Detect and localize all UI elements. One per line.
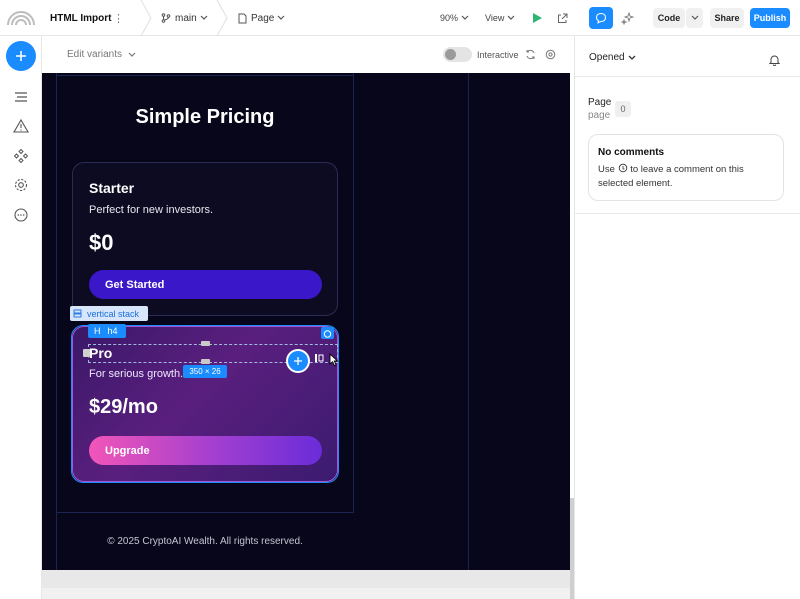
top-bar: HTML Import ⋮ main Page 90% View Code Sh… <box>0 0 800 36</box>
target-icon[interactable] <box>545 49 556 60</box>
code-button[interactable]: Code <box>653 8 685 28</box>
branch-icon <box>161 13 171 23</box>
project-menu-icon[interactable]: ⋮ <box>113 0 124 36</box>
comments-panel: Opened Page page 0 No comments Use to le… <box>574 36 800 599</box>
chevron-down-icon <box>507 15 515 20</box>
resize-handle[interactable] <box>201 359 210 364</box>
layout-guide <box>56 73 57 570</box>
layout-guide <box>56 512 354 513</box>
project-name[interactable]: HTML Import <box>50 0 111 36</box>
open-external-icon[interactable] <box>557 0 568 36</box>
insert-button[interactable] <box>6 41 36 71</box>
comment-filter-label: Opened <box>589 52 625 63</box>
comment-filter-dropdown[interactable]: Opened <box>589 52 636 63</box>
refresh-icon[interactable] <box>525 49 536 60</box>
starter-plan-desc: Perfect for new investors. <box>89 204 214 216</box>
layout-guide <box>56 75 354 76</box>
chevron-down-icon <box>461 15 469 20</box>
selection-stack-label[interactable]: vertical stack <box>70 306 148 321</box>
chevron-down-icon <box>200 15 208 20</box>
resize-handle[interactable] <box>83 349 90 357</box>
preview-play-icon[interactable] <box>531 0 543 36</box>
comments-mode-button[interactable] <box>589 7 613 29</box>
stack-icon <box>73 309 82 318</box>
panel-divider <box>575 76 800 77</box>
page-icon <box>238 13 247 23</box>
separator-chevron <box>140 0 152 36</box>
left-toolbar <box>0 36 42 599</box>
drag-handle-icon[interactable] <box>315 349 325 362</box>
resize-handle[interactable] <box>201 341 210 346</box>
canvas-bottom-area <box>42 570 570 599</box>
get-started-button[interactable]: Get Started <box>89 270 322 299</box>
panel-divider <box>575 213 800 214</box>
starter-plan-name: Starter <box>89 180 135 196</box>
code-options-button[interactable] <box>686 8 703 28</box>
app-logo-icon[interactable] <box>6 0 38 36</box>
add-element-button[interactable] <box>286 349 310 373</box>
chevron-down-icon <box>628 55 636 60</box>
starter-card[interactable]: Starter Perfect for new investors. $0 Ge… <box>72 162 338 316</box>
edit-variants-label: Edit variants <box>67 49 123 60</box>
warning-icon[interactable] <box>13 118 29 134</box>
comment-count-badge: 0 <box>615 101 631 117</box>
more-options-icon[interactable] <box>13 207 29 223</box>
layers-list-icon[interactable] <box>13 89 29 105</box>
pricing-title[interactable]: Simple Pricing <box>42 106 368 129</box>
plus-icon <box>16 51 26 61</box>
starter-price: $0 <box>89 230 114 255</box>
toggle-knob <box>445 49 456 60</box>
mouse-cursor-icon <box>329 353 339 367</box>
comment-pin-icon[interactable] <box>321 327 334 339</box>
dimension-badge: 350 × 26 <box>183 365 227 378</box>
branch-selector[interactable]: main <box>161 0 208 36</box>
page-selector[interactable]: Page <box>238 0 285 36</box>
heading-tag-icon: H <box>94 326 101 336</box>
empty-comments-title: No comments <box>598 147 665 158</box>
chevron-down-icon <box>691 15 698 20</box>
view-menu[interactable]: View <box>485 0 515 36</box>
plus-icon <box>294 357 302 365</box>
zoom-label: 90% <box>440 13 459 23</box>
separator-chevron <box>216 0 228 36</box>
settings-gear-icon[interactable] <box>13 177 29 193</box>
canvas-toolbar: Edit variants Interactive <box>42 36 574 73</box>
element-tag-badge[interactable]: H h4 <box>88 324 126 338</box>
chevron-down-icon <box>277 15 285 20</box>
bell-icon[interactable] <box>769 54 780 66</box>
page-section-subtitle: page <box>588 110 611 121</box>
interactive-toggle[interactable] <box>443 47 472 62</box>
edit-variants-menu[interactable]: Edit variants <box>67 36 136 73</box>
footer-copyright: © 2025 CryptoAI Wealth. All rights reser… <box>107 536 303 547</box>
view-label: View <box>485 13 505 23</box>
empty-comments-text: Use to leave a comment on this selected … <box>598 163 744 189</box>
comment-inline-icon <box>618 163 627 173</box>
design-canvas[interactable]: Simple Pricing Starter Perfect for new i… <box>42 73 570 570</box>
components-icon[interactable] <box>13 148 29 164</box>
interactive-label: Interactive <box>477 49 519 60</box>
publish-button[interactable]: Publish <box>750 8 790 28</box>
branch-label: main <box>175 12 197 24</box>
page-label: Page <box>251 12 275 24</box>
empty-comments-card: No comments Use to leave a comment on th… <box>588 134 784 201</box>
share-button[interactable]: Share <box>710 8 744 28</box>
chevron-down-icon <box>128 52 136 57</box>
canvas-band <box>42 570 570 588</box>
comment-bubble-icon <box>595 12 607 24</box>
zoom-selector[interactable]: 90% <box>440 0 469 36</box>
layout-guide <box>353 73 354 513</box>
ai-sparkle-icon[interactable] <box>621 0 634 36</box>
page-section-title: Page <box>588 97 612 108</box>
layout-guide <box>468 73 469 570</box>
